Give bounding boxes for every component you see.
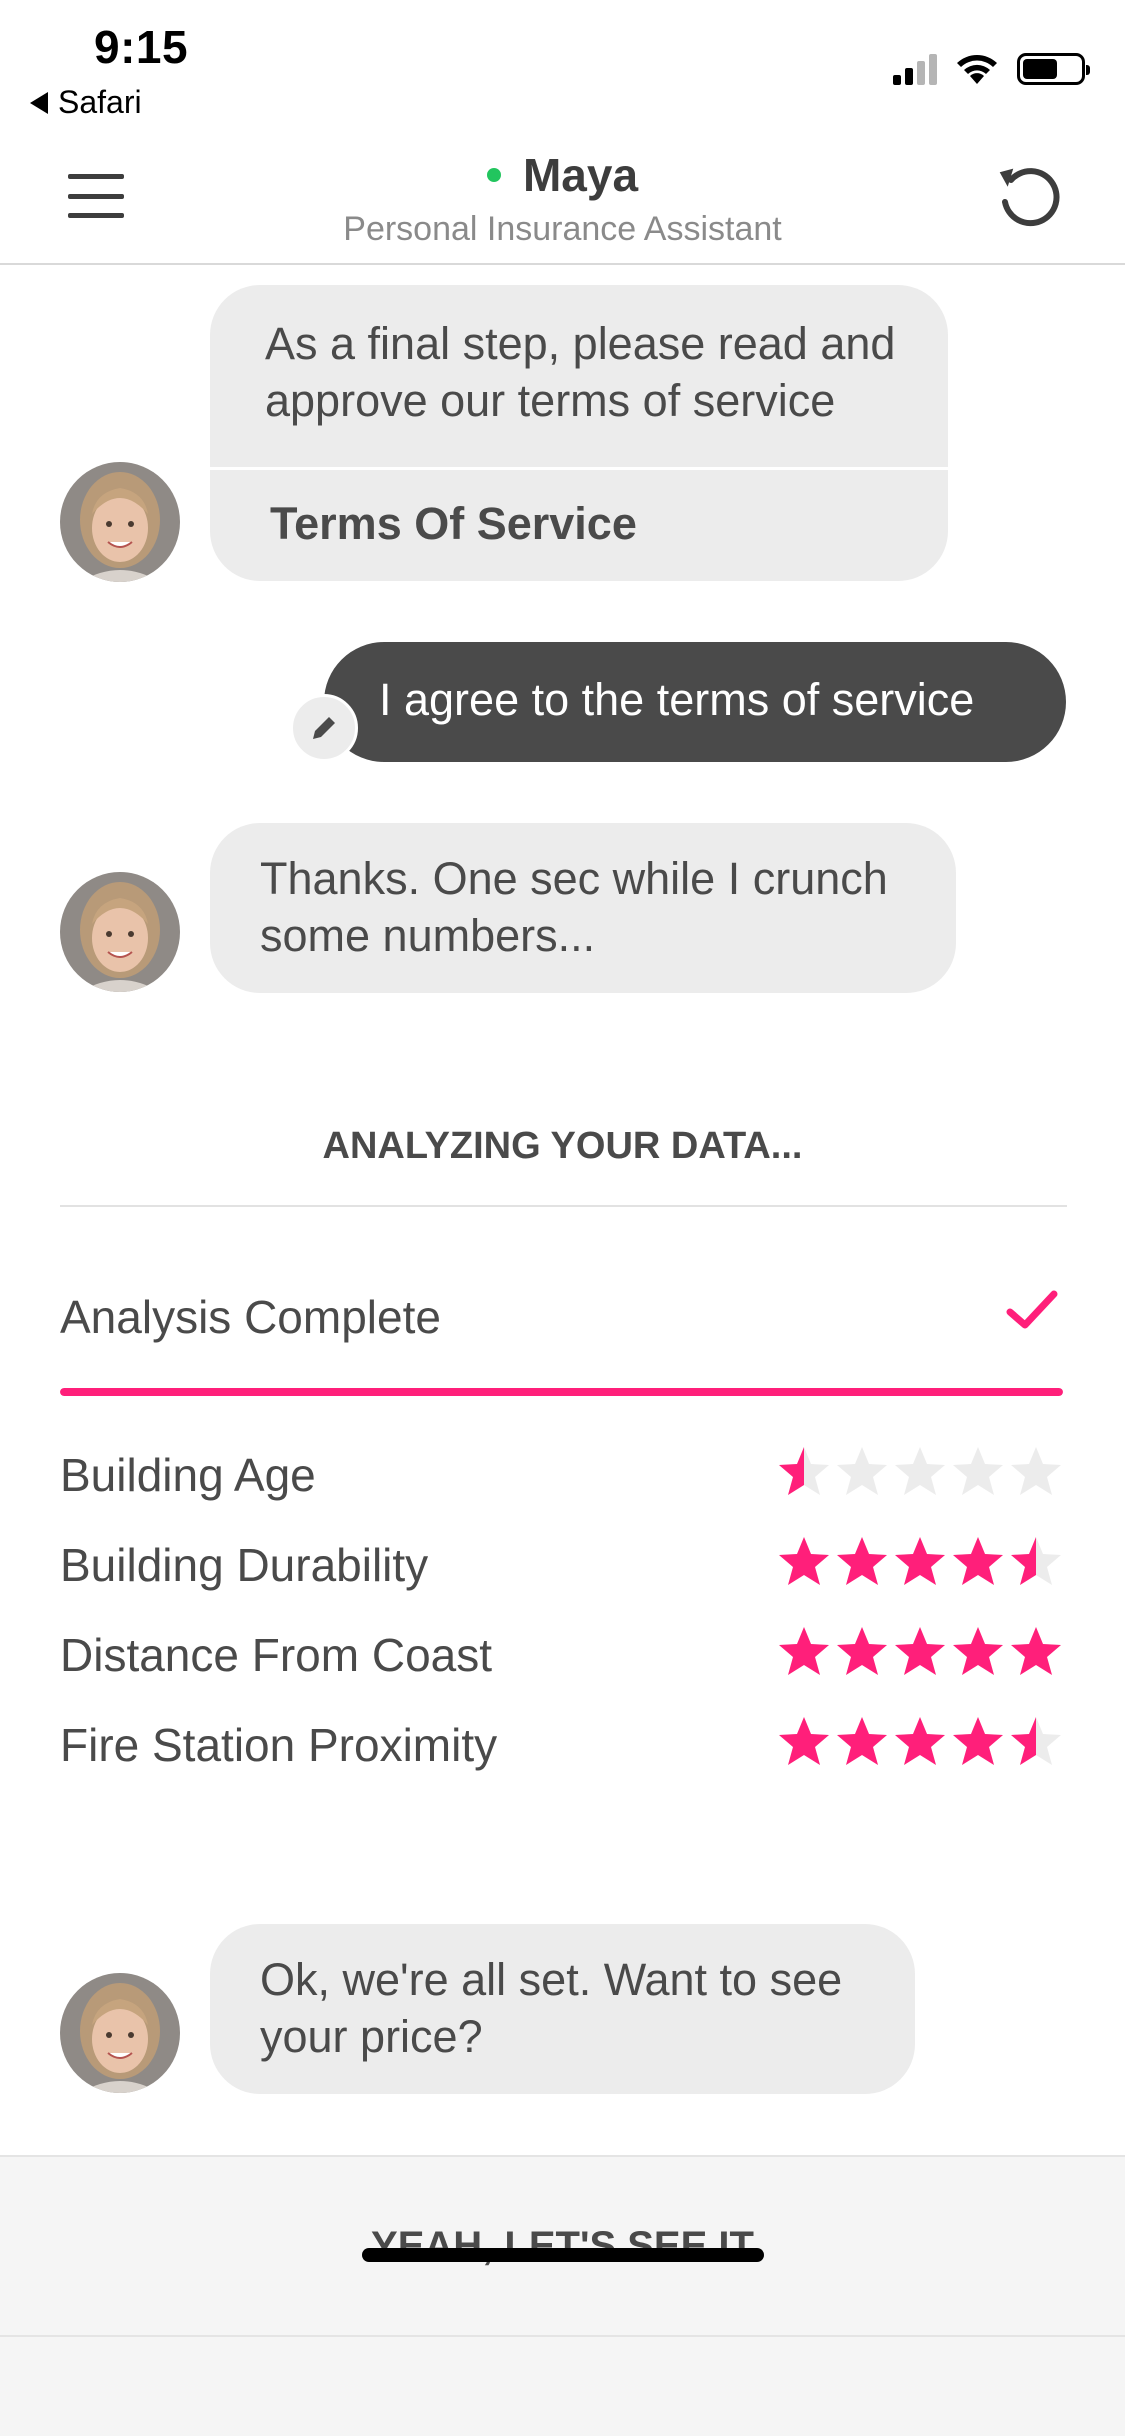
back-to-safari-link[interactable]: Safari: [30, 84, 142, 121]
progress-fill: [60, 1388, 1063, 1396]
star-icon: [779, 1447, 829, 1495]
cellular-signal-icon: [893, 53, 937, 85]
star-icon: [953, 1627, 1003, 1675]
see-price-button[interactable]: YEAH, LET'S SEE IT: [0, 2157, 1125, 2337]
star-icon: [1011, 1447, 1061, 1495]
bot-message-tos: As a final step, please read and approve…: [210, 285, 948, 581]
refresh-icon[interactable]: [991, 158, 1067, 234]
assistant-title: Maya Personal Insurance Assistant: [0, 148, 1125, 249]
star-icon: [837, 1537, 887, 1585]
rating-row: Building Age: [60, 1440, 1065, 1510]
divider: [210, 467, 948, 470]
star-icon: [1011, 1717, 1061, 1765]
avatar: [60, 872, 180, 992]
rating-label: Distance From Coast: [60, 1629, 493, 1681]
bot-message: Thanks. One sec while I crunch some numb…: [210, 823, 956, 993]
edit-message-button[interactable]: [290, 694, 358, 762]
reply-footer: YEAH, LET'S SEE IT: [0, 2155, 1125, 2436]
rating-row: Fire Station Proximity: [60, 1710, 1065, 1780]
analysis-progress-bar: [60, 1388, 1063, 1396]
star-icon: [837, 1717, 887, 1765]
battery-icon: [1017, 53, 1090, 85]
avatar: [60, 1973, 180, 2093]
user-message-text: I agree to the terms of service: [379, 674, 975, 725]
star-icon: [953, 1447, 1003, 1495]
rating-label: Building Durability: [60, 1539, 429, 1591]
home-indicator[interactable]: [362, 2248, 764, 2262]
avatar: [60, 462, 180, 582]
star-rating: [775, 1534, 1065, 1590]
status-time: 9:15: [94, 21, 189, 73]
bot-message-text: As a final step, please read and approve…: [265, 318, 896, 426]
star-icon: [1011, 1627, 1061, 1675]
back-arrow-icon: [30, 91, 48, 114]
checkmark-icon: [1006, 1290, 1058, 1329]
star-icon: [1011, 1537, 1061, 1585]
rating-label: Building Age: [60, 1449, 316, 1501]
star-icon: [895, 1717, 945, 1765]
star-icon: [895, 1537, 945, 1585]
star-icon: [837, 1627, 887, 1675]
status-icons: [893, 52, 1090, 86]
user-message: I agree to the terms of service: [324, 642, 1066, 762]
star-icon: [779, 1717, 829, 1765]
divider: [60, 1205, 1067, 1207]
assistant-name: Maya: [522, 149, 639, 201]
rating-row: Building Durability: [60, 1530, 1065, 1600]
rating-row: Distance From Coast: [60, 1620, 1065, 1690]
rating-label: Fire Station Proximity: [60, 1719, 498, 1771]
star-icon: [895, 1447, 945, 1495]
star-rating: [775, 1714, 1065, 1770]
assistant-subtitle: Personal Insurance Assistant: [343, 210, 782, 248]
star-icon: [895, 1627, 945, 1675]
bot-message: Ok, we're all set. Want to see your pric…: [210, 1924, 915, 2094]
bot-message-text: Thanks. One sec while I crunch some numb…: [260, 853, 888, 961]
star-rating: [775, 1444, 1065, 1500]
wifi-icon: [957, 55, 997, 84]
star-icon: [953, 1717, 1003, 1765]
bot-message-text: Ok, we're all set. Want to see your pric…: [260, 1954, 843, 2062]
star-icon: [779, 1537, 829, 1585]
pencil-icon: [313, 717, 335, 739]
terms-of-service-link[interactable]: Terms Of Service: [270, 495, 637, 552]
star-rating: [775, 1624, 1065, 1680]
analysis-status: Analysis Complete: [60, 1291, 441, 1343]
star-icon: [779, 1627, 829, 1675]
star-icon: [837, 1447, 887, 1495]
chat-header: Maya Personal Insurance Assistant: [0, 130, 1125, 265]
analyzing-title: ANALYZING YOUR DATA...: [322, 1125, 803, 1167]
star-icon: [953, 1537, 1003, 1585]
online-status-icon: [486, 168, 501, 182]
status-bar: 9:15 Safari: [0, 0, 1125, 130]
back-label: Safari: [58, 84, 142, 120]
